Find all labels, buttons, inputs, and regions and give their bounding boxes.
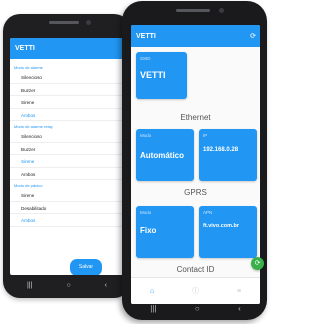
ethernet-title: Ethernet <box>180 113 211 122</box>
app-title: VETTI <box>15 45 35 52</box>
apn-label: APN <box>203 210 213 215</box>
gprs-apn-card: APN ft.vivo.com.br <box>199 206 257 258</box>
option-silencioso[interactable]: Silencioso <box>10 71 124 84</box>
ssid-card: SSID VETTI <box>136 52 187 99</box>
save-button[interactable]: Salvar <box>70 259 102 275</box>
mode-label: Modo <box>140 210 152 215</box>
ip-value: 192.168.0.28 <box>203 147 239 153</box>
home-circle-icon[interactable]: ○ <box>66 282 70 289</box>
settings-screen: VETTI Modo de alarme Silencioso Buzzer S… <box>10 38 124 275</box>
option-silencioso[interactable]: Silencioso <box>10 130 124 143</box>
home-tab-icon[interactable]: ⌂ <box>150 288 154 295</box>
section-header-relay-mode: Modo de alarme relay <box>14 124 53 129</box>
ip-label: IP <box>203 133 208 138</box>
refresh-fab[interactable]: ⟳ <box>251 257 264 270</box>
refresh-icon: ⟳ <box>254 260 261 267</box>
speaker-grille <box>49 21 79 24</box>
option-ambos[interactable]: Ambos <box>10 109 124 121</box>
front-phone: VETTI ⟳ SSID VETTI Ethernet Modo Automát… <box>122 1 267 320</box>
gprs-mode-card: Modo Fixo <box>136 206 194 258</box>
front-camera <box>219 8 224 13</box>
section-header-alarm-mode: Modo de alarme <box>14 65 43 70</box>
refresh-icon[interactable]: ⟳ <box>250 32 256 40</box>
back-arrow-icon[interactable]: ‹ <box>238 304 241 313</box>
option-sirene[interactable]: Sirene <box>10 96 124 109</box>
android-nav-bar: ||| ○ ‹ <box>131 299 260 317</box>
ethernet-mode-card: Modo Automático <box>136 129 194 181</box>
status-screen: VETTI ⟳ SSID VETTI Ethernet Modo Automát… <box>131 25 260 304</box>
option-ambos[interactable]: Ambos <box>10 168 124 180</box>
mode-value: Fixo <box>140 226 157 235</box>
option-buzzer[interactable]: Buzzer <box>10 143 124 155</box>
ethernet-ip-card: IP 192.168.0.28 <box>199 129 257 181</box>
ssid-value: VETTI <box>140 70 166 80</box>
recent-apps-icon[interactable]: ||| <box>150 304 156 313</box>
section-header-panic-mode: Modo de pânico <box>14 183 43 188</box>
option-sirene[interactable]: Sirene <box>10 189 124 202</box>
front-camera <box>86 20 91 25</box>
option-desabilitado[interactable]: Desabilitado <box>10 202 124 214</box>
speaker-grille <box>176 9 210 12</box>
home-circle-icon[interactable]: ○ <box>195 304 200 313</box>
settings-tab-icon[interactable]: ≡ <box>237 288 241 295</box>
info-tab-icon[interactable]: ⓘ <box>192 286 199 296</box>
recent-apps-icon[interactable]: ||| <box>27 282 32 289</box>
app-title: VETTI <box>136 33 156 40</box>
ssid-label: SSID <box>140 56 151 61</box>
mode-label: Modo <box>140 133 152 138</box>
settings-list: Modo de alarme Silencioso Buzzer Sirene … <box>10 59 124 227</box>
android-nav-bar: ||| ○ ‹ <box>10 276 124 294</box>
contact-id-title: Contact ID <box>176 265 215 274</box>
back-arrow-icon[interactable]: ‹ <box>105 282 107 289</box>
app-bar: VETTI ⟳ <box>131 25 260 47</box>
app-bar: VETTI <box>10 38 124 59</box>
option-ambos[interactable]: Ambos <box>10 214 124 227</box>
option-buzzer[interactable]: Buzzer <box>10 84 124 96</box>
gprs-title: GPRS <box>184 188 207 197</box>
mode-value: Automático <box>140 151 184 160</box>
apn-value: ft.vivo.com.br <box>203 223 240 229</box>
option-sirene[interactable]: Sirene <box>10 155 124 168</box>
